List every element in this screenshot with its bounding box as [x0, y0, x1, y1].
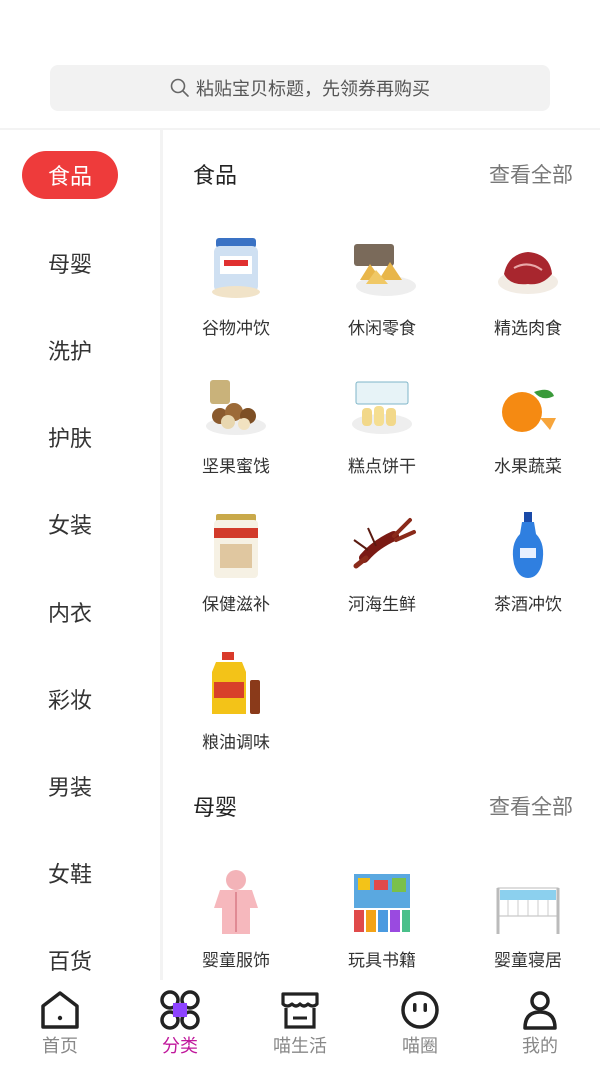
- tab-label: 首页: [42, 1036, 78, 1057]
- lobster-icon: [353, 518, 416, 569]
- status-bar: [0, 0, 600, 50]
- tab-mine[interactable]: 我的: [480, 990, 600, 1058]
- tab-label: 喵圈: [402, 1036, 438, 1057]
- sidebar-item-label: 男装: [47, 776, 92, 801]
- tab-label: 喵生活: [273, 1036, 327, 1057]
- home-icon: [41, 991, 79, 1029]
- category-tile-pastry[interactable]: 糕点饼干: [309, 372, 455, 477]
- sidebar-item-label: 母婴: [47, 253, 92, 278]
- section-title: 食品: [193, 164, 238, 189]
- category-tile-grain-oil[interactable]: 粮油调味: [163, 648, 309, 753]
- category-label: 水果蔬菜: [494, 457, 562, 477]
- category-label: 河海生鲜: [348, 595, 416, 615]
- category-tile-supplements[interactable]: 保健滋补: [163, 510, 309, 615]
- tab-meow-life[interactable]: 喵生活: [240, 990, 360, 1058]
- category-icon: [160, 990, 200, 1030]
- crib-icon: [496, 887, 560, 934]
- tab-home[interactable]: 首页: [0, 990, 120, 1058]
- category-label: 休闲零食: [348, 319, 416, 339]
- liquor-bottle-icon: [512, 512, 544, 578]
- category-tile-snacks[interactable]: 休闲零食: [309, 234, 455, 339]
- snack-icon: [354, 244, 416, 296]
- face-icon: [401, 991, 439, 1029]
- category-label: 茶酒冲饮: [494, 595, 562, 615]
- sidebar-item-womens-shoes[interactable]: 女鞋: [0, 849, 140, 897]
- category-tile-seafood[interactable]: 河海生鲜: [309, 510, 455, 615]
- category-tile-tea-liquor[interactable]: 茶酒冲饮: [455, 510, 600, 615]
- sidebar-item-label: 女鞋: [47, 863, 92, 888]
- tab-meow-circle[interactable]: 喵圈: [360, 990, 480, 1058]
- sidebar-item-makeup[interactable]: 彩妆: [0, 675, 140, 723]
- category-label: 婴童服饰: [202, 951, 270, 971]
- sidebar-item-label: 洗护: [47, 340, 92, 365]
- sidebar-item-womens-wear[interactable]: 女装: [0, 500, 140, 548]
- tab-label: 我的: [522, 1036, 558, 1057]
- view-all-link[interactable]: 查看全部: [489, 159, 573, 189]
- category-tile-baby-bedding[interactable]: 婴童寝居: [455, 866, 600, 971]
- sidebar-item-label: 食品: [22, 151, 118, 199]
- category-sidebar: 食品 母婴 洗护 护肤 女装 内衣 彩妆 男装 女鞋 百货: [0, 130, 160, 980]
- tab-category[interactable]: 分类: [120, 990, 240, 1058]
- toy-books-icon: [354, 874, 410, 932]
- sidebar-item-label: 内衣: [47, 602, 92, 627]
- sidebar-item-general-goods[interactable]: 百货: [0, 936, 140, 984]
- cereal-drink-icon: [212, 238, 260, 298]
- tab-label: 分类: [162, 1036, 198, 1057]
- category-tile-nuts[interactable]: 坚果蜜饯: [163, 372, 309, 477]
- category-label: 精选肉食: [494, 319, 562, 339]
- category-tile-meat[interactable]: 精选肉食: [455, 234, 600, 339]
- category-tile-cereal[interactable]: 谷物冲饮: [163, 234, 309, 339]
- bottom-tab-bar: 首页 分类 喵生活 喵圈 我的: [0, 980, 600, 1067]
- category-tile-fruit-veg[interactable]: 水果蔬菜: [455, 372, 600, 477]
- section-header-mother-baby: 母婴 查看全部: [193, 790, 573, 822]
- supplement-can-icon: [214, 514, 258, 578]
- category-label: 保健滋补: [202, 595, 270, 615]
- sidebar-item-wash-care[interactable]: 洗护: [0, 326, 140, 374]
- sidebar-item-food[interactable]: 食品: [0, 151, 140, 199]
- view-all-link[interactable]: 查看全部: [489, 791, 573, 821]
- category-label: 粮油调味: [202, 733, 270, 753]
- sidebar-item-mens-wear[interactable]: 男装: [0, 762, 140, 810]
- pastry-icon: [352, 381, 412, 434]
- search-icon: [170, 78, 189, 97]
- sidebar-item-skincare[interactable]: 护肤: [0, 413, 140, 461]
- category-label: 糕点饼干: [348, 457, 416, 477]
- sidebar-item-mother-baby[interactable]: 母婴: [0, 239, 140, 287]
- oil-bottle-icon: [212, 652, 260, 714]
- sidebar-item-label: 百货: [47, 950, 92, 975]
- category-label: 谷物冲饮: [202, 319, 270, 339]
- nuts-icon: [206, 380, 266, 435]
- section-title: 母婴: [193, 796, 238, 821]
- shop-icon: [281, 992, 319, 1029]
- category-tile-baby-clothes[interactable]: 婴童服饰: [163, 866, 309, 971]
- sidebar-item-label: 护肤: [47, 427, 92, 452]
- person-icon: [523, 991, 557, 1030]
- sidebar-item-label: 彩妆: [47, 689, 92, 714]
- meat-icon: [498, 252, 558, 294]
- orange-icon: [502, 389, 556, 432]
- category-label: 坚果蜜饯: [202, 457, 270, 477]
- category-label: 婴童寝居: [494, 951, 562, 971]
- sidebar-item-underwear[interactable]: 内衣: [0, 588, 140, 636]
- category-tile-toys-books[interactable]: 玩具书籍: [309, 866, 455, 971]
- search-bar[interactable]: 粘贴宝贝标题，先领券再购买: [50, 65, 550, 111]
- search-placeholder: 粘贴宝贝标题，先领券再购买: [196, 79, 430, 100]
- category-label: 玩具书籍: [348, 951, 416, 971]
- sidebar-item-label: 女装: [47, 514, 92, 539]
- category-content: 食品 查看全部 谷物冲饮 休闲零食 精选肉食 坚果蜜饯 糕点饼干 水果蔬菜 保健…: [163, 130, 600, 980]
- section-header-food: 食品 查看全部: [193, 158, 573, 190]
- baby-clothes-icon: [214, 870, 258, 934]
